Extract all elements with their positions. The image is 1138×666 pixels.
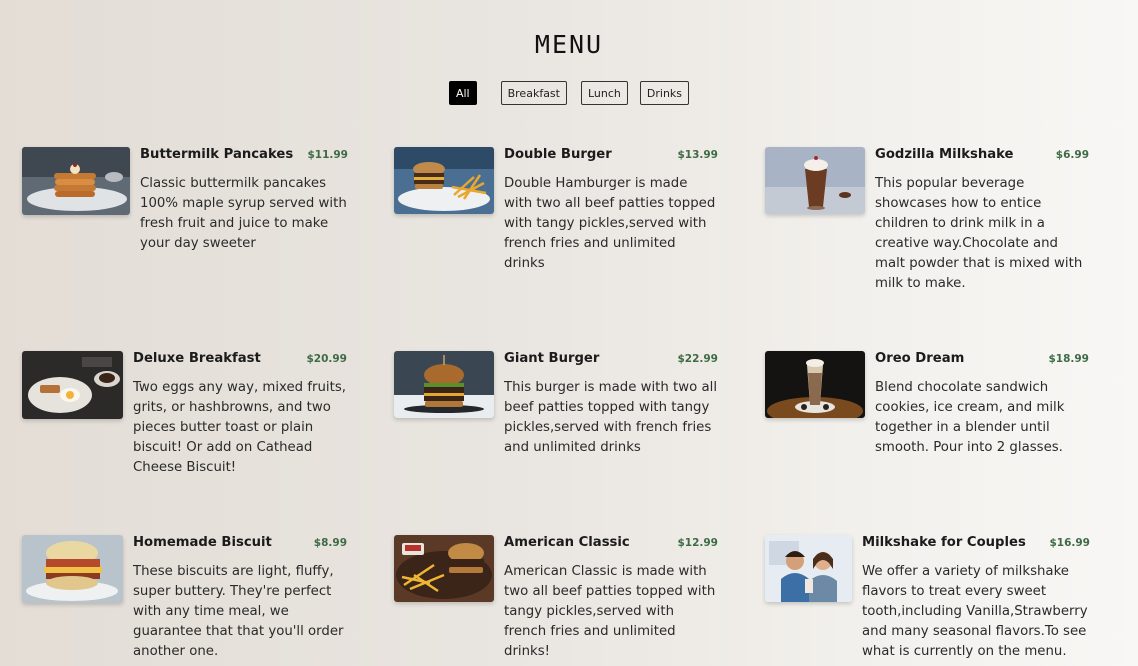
item-info: Milkshake for Couples $16.99 We offer a … <box>862 535 1090 662</box>
item-info: Homemade Biscuit $8.99 These biscuits ar… <box>133 535 347 662</box>
item-description: Classic buttermilk pancakes 100% maple s… <box>140 176 347 251</box>
giant-burger-image <box>394 351 494 418</box>
item-price: $13.99 <box>677 149 718 161</box>
item-price: $6.99 <box>1055 149 1089 161</box>
item-price: $16.99 <box>1049 537 1090 549</box>
menu-item-double-burger: Double Burger $13.99 Double Hamburger is… <box>394 147 718 274</box>
menu-item-milkshake-for-couples: Milkshake for Couples $16.99 We offer a … <box>765 535 1090 662</box>
menu-grid: Buttermilk Pancakes $11.99 Classic butte… <box>0 0 1138 666</box>
menu-item-giant-burger: Giant Burger $22.99 This burger is made … <box>394 351 718 458</box>
oreo-dream-image <box>765 351 865 418</box>
item-name: Milkshake for Couples <box>862 535 1026 550</box>
item-price: $22.99 <box>677 353 718 365</box>
item-name: Double Burger <box>504 147 612 162</box>
menu-item-american-classic: American Classic $12.99 American Classic… <box>394 535 718 662</box>
milkshake-for-couples-image <box>765 535 852 602</box>
pancakes-image <box>22 147 130 215</box>
item-info: American Classic $12.99 American Classic… <box>504 535 718 662</box>
item-info: Godzilla Milkshake $6.99 This popular be… <box>875 147 1089 294</box>
item-price: $18.99 <box>1048 353 1089 365</box>
item-price: $11.99 <box>307 149 348 161</box>
item-info: Deluxe Breakfast $20.99 Two eggs any way… <box>133 351 347 478</box>
item-description: American Classic is made with two all be… <box>504 564 716 659</box>
item-info: Buttermilk Pancakes $11.99 Classic butte… <box>140 147 348 254</box>
item-name: American Classic <box>504 535 630 550</box>
item-name: Homemade Biscuit <box>133 535 272 550</box>
item-description: We offer a variety of milkshake flavors … <box>862 564 1088 659</box>
american-classic-image <box>394 535 494 602</box>
item-price: $8.99 <box>313 537 347 549</box>
menu-item-godzilla-milkshake: Godzilla Milkshake $6.99 This popular be… <box>765 147 1089 294</box>
menu-item-deluxe-breakfast: Deluxe Breakfast $20.99 Two eggs any way… <box>22 351 347 478</box>
item-info: Oreo Dream $18.99 Blend chocolate sandwi… <box>875 351 1089 458</box>
item-name: Giant Burger <box>504 351 600 366</box>
item-description: This burger is made with two all beef pa… <box>504 380 718 455</box>
item-info: Giant Burger $22.99 This burger is made … <box>504 351 718 458</box>
item-name: Deluxe Breakfast <box>133 351 261 366</box>
item-name: Godzilla Milkshake <box>875 147 1014 162</box>
menu-item-buttermilk-pancakes: Buttermilk Pancakes $11.99 Classic butte… <box>22 147 348 254</box>
item-price: $12.99 <box>677 537 718 549</box>
deluxe-breakfast-image <box>22 351 123 419</box>
item-info: Double Burger $13.99 Double Hamburger is… <box>504 147 718 274</box>
item-description: This popular beverage showcases how to e… <box>875 176 1083 291</box>
menu-item-homemade-biscuit: Homemade Biscuit $8.99 These biscuits ar… <box>22 535 347 662</box>
homemade-biscuit-image <box>22 535 123 603</box>
double-burger-image <box>394 147 494 214</box>
item-name: Buttermilk Pancakes <box>140 147 294 162</box>
item-description: Blend chocolate sandwich cookies, ice cr… <box>875 380 1065 455</box>
item-description: These biscuits are light, fluffy, super … <box>133 564 344 659</box>
item-description: Two eggs any way, mixed fruits, grits, o… <box>133 380 346 475</box>
menu-item-oreo-dream: Oreo Dream $18.99 Blend chocolate sandwi… <box>765 351 1089 458</box>
item-description: Double Hamburger is made with two all be… <box>504 176 716 271</box>
item-name: Oreo Dream <box>875 351 965 366</box>
item-price: $20.99 <box>306 353 347 365</box>
godzilla-milkshake-image <box>765 147 865 214</box>
